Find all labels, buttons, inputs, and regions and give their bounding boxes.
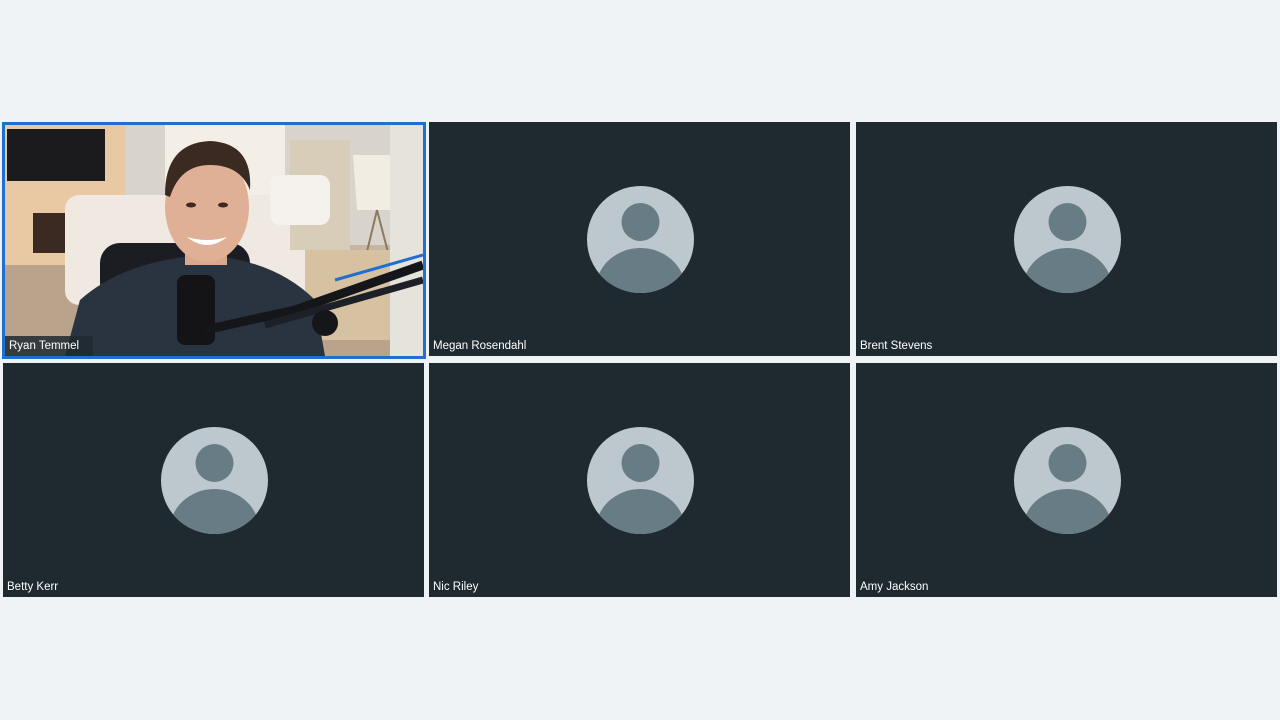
participant-tile-amy-jackson[interactable]: Amy Jackson	[856, 363, 1277, 597]
participant-tile-ryan-temmel[interactable]: Ryan Temmel	[2, 122, 426, 359]
person-avatar-icon	[586, 427, 694, 534]
participant-name-label: Brent Stevens	[856, 336, 947, 356]
participant-name-label: Amy Jackson	[856, 577, 943, 597]
participant-name-label: Nic Riley	[429, 577, 493, 597]
participant-tile-brent-stevens[interactable]: Brent Stevens	[856, 122, 1277, 356]
person-avatar-icon	[160, 427, 268, 534]
participant-video	[5, 125, 423, 356]
participant-name-label: Ryan Temmel	[5, 336, 94, 356]
person-avatar-icon	[586, 186, 694, 293]
video-grid: Ryan Temmel Megan Rosendahl Brent Steven…	[0, 120, 1280, 600]
participant-tile-betty-kerr[interactable]: Betty Kerr	[3, 363, 424, 597]
person-avatar-icon	[1013, 186, 1121, 293]
participant-tile-nic-riley[interactable]: Nic Riley	[429, 363, 850, 597]
participant-tile-megan-rosendahl[interactable]: Megan Rosendahl	[429, 122, 850, 356]
participant-name-label: Betty Kerr	[3, 577, 73, 597]
person-avatar-icon	[1013, 427, 1121, 534]
participant-name-label: Megan Rosendahl	[429, 336, 541, 356]
